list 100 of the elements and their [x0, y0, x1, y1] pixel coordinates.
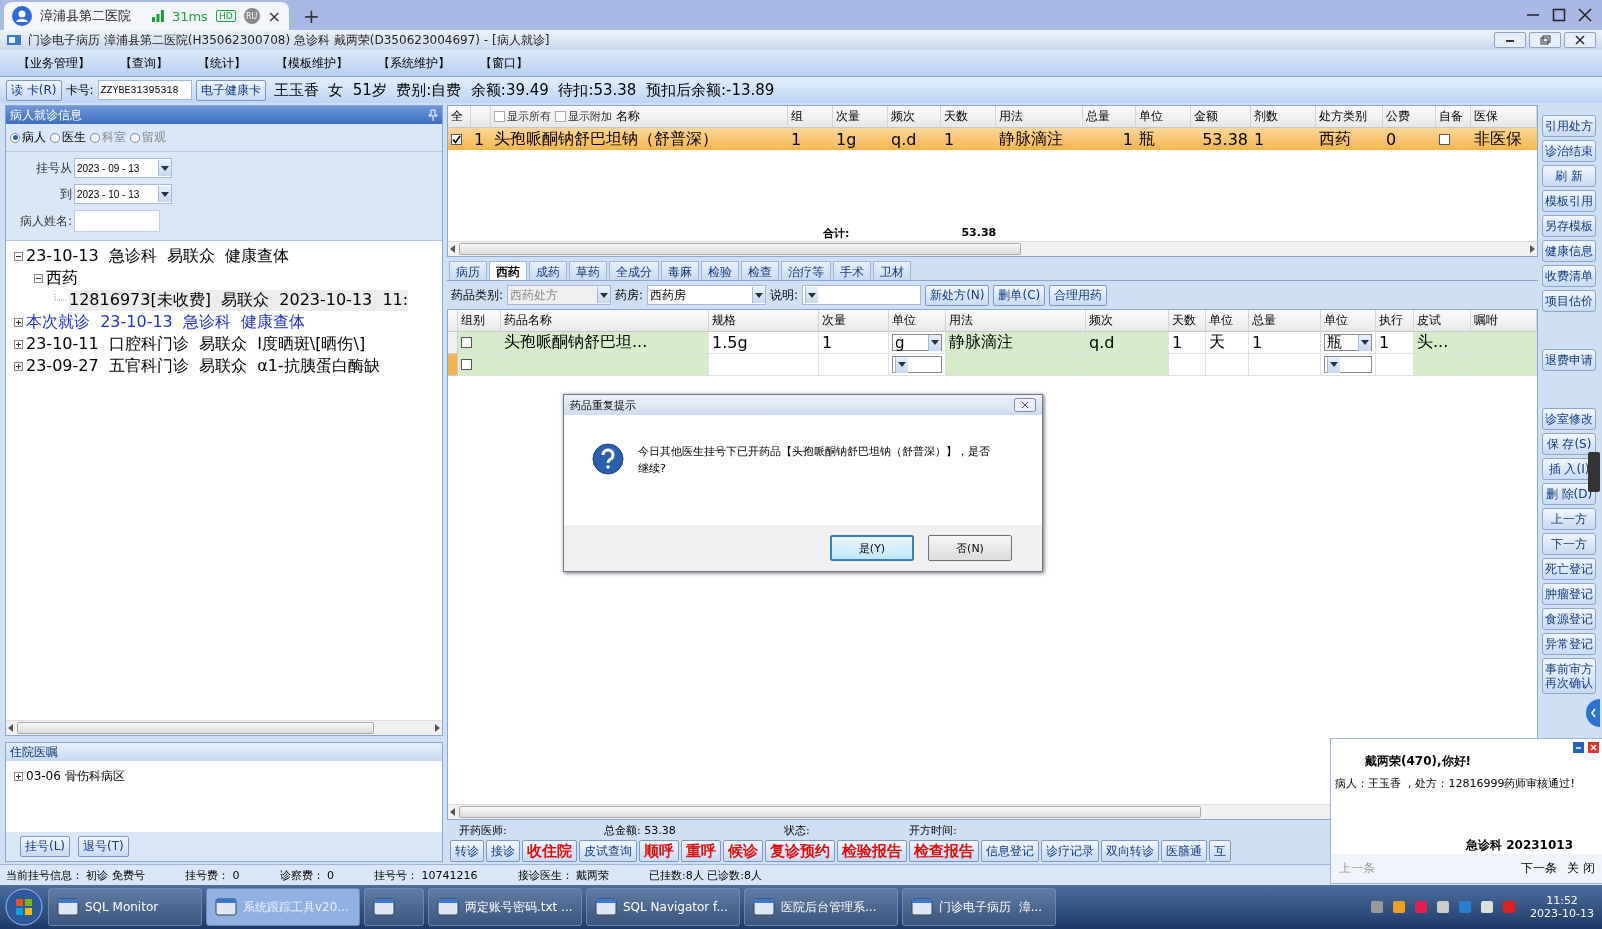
tray-icon[interactable]	[1392, 900, 1407, 914]
side-button[interactable]: 项目估价	[1542, 290, 1596, 312]
tree-item[interactable]: 23-10-11 口腔科门诊 易联众 Ⅰ度晒斑\[晒伤\]	[26, 333, 366, 355]
tab[interactable]: 毒麻	[661, 261, 699, 280]
browser-tab[interactable]: 漳浦县第二医院 31ms HD RU ×	[4, 2, 289, 30]
tab[interactable]: 检验	[701, 261, 739, 280]
side-button[interactable]: 健康信息	[1542, 240, 1596, 262]
taskbar-item[interactable]: SQL Navigator f...	[586, 888, 740, 926]
checkbox[interactable]	[1439, 133, 1450, 145]
tab[interactable]: 卫材	[873, 261, 911, 280]
tab[interactable]: 西药	[489, 261, 527, 280]
action-button[interactable]: 顺呼	[639, 840, 679, 862]
side-button[interactable]: 上一方	[1542, 508, 1596, 530]
expand-icon[interactable]	[14, 339, 23, 349]
taskbar-item[interactable]: 医院后台管理系...	[744, 888, 898, 926]
tree-item[interactable]: 西药	[46, 267, 78, 289]
tab[interactable]: 检查	[741, 261, 779, 280]
row-marker[interactable]	[448, 332, 458, 354]
action-button[interactable]: 双向转诊	[1101, 840, 1159, 862]
tree-item[interactable]: 12816973[未收费] 易联众 2023-10-13 11:	[69, 289, 409, 311]
scroll-left-icon[interactable]	[8, 724, 13, 732]
restore-icon[interactable]	[1529, 32, 1561, 48]
expand-icon[interactable]	[14, 361, 23, 371]
close-icon[interactable]	[1578, 8, 1592, 22]
option-checkbox[interactable]: 显示所有	[494, 109, 551, 124]
toolbar-button[interactable]: 新处方(N)	[925, 284, 990, 306]
tab[interactable]: 治疗等	[781, 261, 831, 280]
tree-item[interactable]: 03-06 骨伤科病区	[26, 767, 125, 785]
side-button[interactable]: 另存模板	[1542, 215, 1596, 237]
pin-icon[interactable]	[428, 109, 438, 121]
side-button[interactable]: 退费申请	[1542, 349, 1596, 371]
side-button[interactable]: 刷 新	[1542, 165, 1596, 187]
dialog-button[interactable]: 是(Y)	[830, 535, 914, 561]
date-field[interactable]: 2023 - 09 - 13	[74, 158, 172, 178]
taskbar-item[interactable]: 门诊电子病历 漳...	[902, 888, 1056, 926]
register-button[interactable]: 退号(T)	[78, 836, 129, 857]
menu-item[interactable]: 【模板维护】	[276, 54, 348, 72]
side-button[interactable]: 诊治结束	[1542, 140, 1596, 162]
card-number-field[interactable]: ZZYBE31395318	[97, 80, 192, 100]
minimize-icon[interactable]	[1494, 32, 1526, 48]
side-button[interactable]: 引用处方	[1542, 115, 1596, 137]
notification-link[interactable]: 下一条	[1521, 860, 1558, 877]
tree-item[interactable]: 23-10-13 急诊科 易联众 健康查体	[26, 245, 290, 267]
expand-icon[interactable]	[14, 317, 23, 327]
date-field[interactable]: 2023 - 10 - 13	[74, 184, 172, 204]
menu-item[interactable]: 【业务管理】	[18, 54, 90, 72]
side-button[interactable]: 保 存(S)	[1542, 433, 1596, 455]
tab[interactable]: 全成分	[609, 261, 659, 280]
tree-item[interactable]: 23-09-27 五官科门诊 易联众 α1-抗胰蛋白酶缺	[26, 355, 380, 377]
tab[interactable]: 病历	[449, 261, 487, 280]
action-button[interactable]: 医膳通	[1161, 840, 1207, 862]
checkbox[interactable]	[461, 359, 472, 370]
scroll-right-icon[interactable]	[435, 724, 440, 732]
pharmacy-dropdown[interactable]: 西药房	[647, 285, 767, 305]
scroll-right-icon[interactable]	[1530, 245, 1535, 253]
scroll-left-icon[interactable]	[450, 808, 455, 816]
notification-link[interactable]: 关 闭	[1567, 860, 1595, 877]
action-button[interactable]: 收住院	[522, 840, 577, 862]
action-button[interactable]: 诊疗记录	[1041, 840, 1099, 862]
tray-icon[interactable]	[1480, 900, 1495, 914]
side-button[interactable]: 死亡登记	[1542, 558, 1596, 580]
close-icon[interactable]	[1014, 398, 1036, 412]
collapse-icon[interactable]	[34, 273, 43, 283]
row-marker[interactable]	[448, 354, 458, 376]
side-button[interactable]: 模板引用	[1542, 190, 1596, 212]
health-card-button[interactable]: 电子健康卡	[195, 79, 266, 101]
side-button[interactable]: 肿瘤登记	[1542, 583, 1596, 605]
side-button[interactable]: 事前审方再次确认	[1542, 658, 1596, 694]
taskbar-item[interactable]	[364, 888, 424, 926]
register-button[interactable]: 挂号(L)	[20, 836, 71, 857]
tray-icon[interactable]	[1370, 900, 1385, 914]
clock[interactable]: 11:52 2023-10-13	[1530, 894, 1594, 920]
name-field[interactable]	[74, 210, 160, 232]
expand-icon[interactable]	[14, 771, 23, 781]
scrollbar[interactable]	[6, 720, 442, 735]
action-button[interactable]: 信息登记	[981, 840, 1039, 862]
checkbox[interactable]	[461, 337, 472, 348]
side-button[interactable]: 诊室修改	[1542, 408, 1596, 430]
dropdown-field[interactable]: 瓶	[1324, 334, 1372, 351]
action-button[interactable]: 皮试查询	[579, 840, 637, 862]
tab[interactable]: 手术	[833, 261, 871, 280]
menu-item[interactable]: 【系统维护】	[378, 54, 450, 72]
new-tab-button[interactable]: +	[303, 4, 320, 28]
table-row[interactable]: 1 头孢哌酮钠舒巴坦钠（舒普深） 1 1g q.d 1 静脉滴注 1 瓶 53.38 1 西药 0 非医保	[448, 128, 1537, 150]
tab[interactable]: 成药	[529, 261, 567, 280]
tray-icon[interactable]	[1436, 900, 1451, 914]
dropdown-field[interactable]: g	[892, 334, 942, 351]
toolbar-button[interactable]: 合理用药	[1049, 284, 1108, 306]
side-button[interactable]: 异常登记	[1542, 633, 1596, 655]
action-button[interactable]: 重呼	[681, 840, 721, 862]
menu-item[interactable]: 【统计】	[198, 54, 246, 72]
taskbar-item[interactable]: 两定账号密码.txt ...	[428, 888, 582, 926]
action-button[interactable]: 互	[1209, 840, 1231, 862]
side-button[interactable]: 收费清单	[1542, 265, 1596, 287]
radio-button[interactable]: 医生	[50, 129, 86, 146]
close-icon[interactable]	[1564, 32, 1596, 48]
menu-item[interactable]: 【窗口】	[480, 54, 528, 72]
dialog-button[interactable]: 否(N)	[928, 535, 1012, 561]
tab-close-button[interactable]: ×	[267, 6, 281, 26]
side-button[interactable]: 下一方	[1542, 533, 1596, 555]
